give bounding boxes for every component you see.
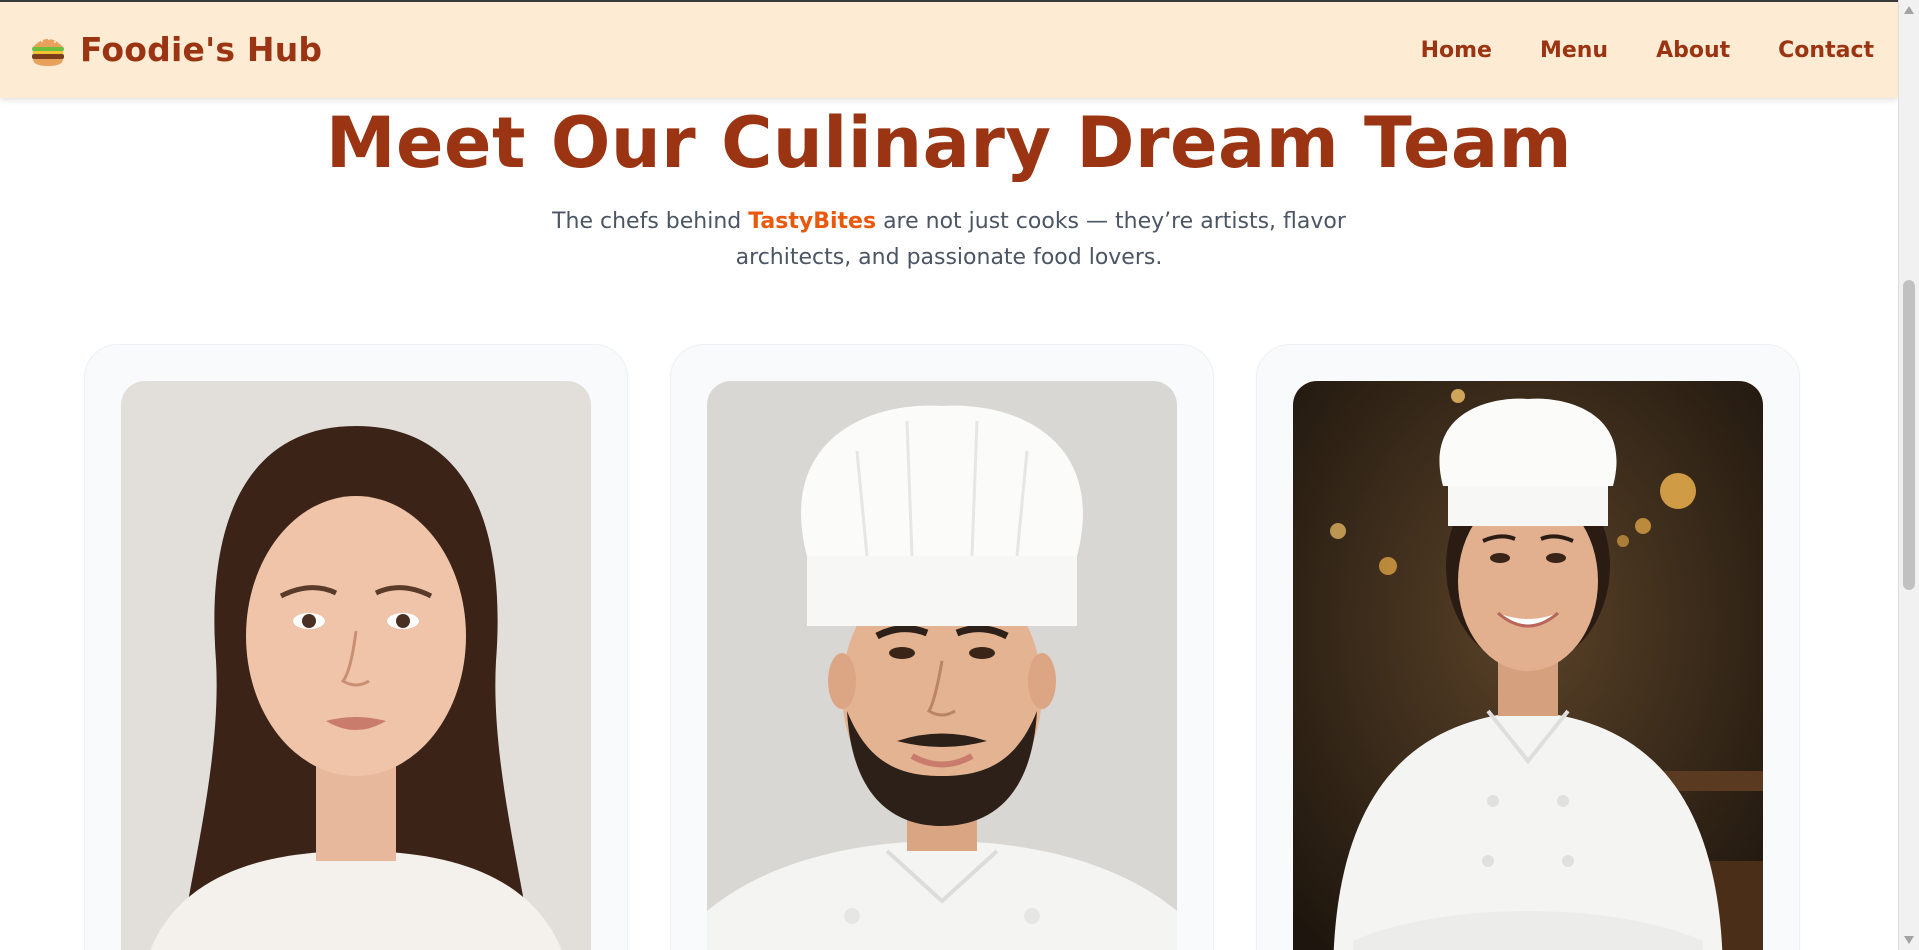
nav-link-contact[interactable]: Contact bbox=[1778, 38, 1874, 63]
scroll-up-arrow-icon[interactable] bbox=[1904, 6, 1914, 14]
page-viewport: Foodie's Hub Home Menu About Contact Mee… bbox=[0, 0, 1898, 950]
subtitle-brand-name: TastyBites bbox=[748, 209, 877, 234]
burger-icon bbox=[30, 33, 66, 67]
brand-name: Foodie's Hub bbox=[80, 30, 323, 69]
team-card-3 bbox=[1256, 344, 1800, 950]
subtitle-text-start: The chefs behind bbox=[552, 209, 749, 234]
page-subtitle: The chefs behind TastyBites are not just… bbox=[500, 204, 1398, 276]
top-navbar: Foodie's Hub Home Menu About Contact bbox=[0, 2, 1898, 98]
vertical-scrollbar[interactable] bbox=[1898, 0, 1919, 950]
scrollbar-thumb[interactable] bbox=[1903, 280, 1915, 590]
nav-link-about[interactable]: About bbox=[1656, 38, 1730, 63]
brand-logo[interactable]: Foodie's Hub bbox=[30, 30, 322, 69]
page-title: Meet Our Culinary Dream Team bbox=[325, 102, 1573, 184]
main-nav: Home Menu About Contact bbox=[1421, 38, 1874, 63]
team-card-2 bbox=[670, 344, 1214, 950]
woman-portrait-photo bbox=[121, 381, 591, 950]
nav-link-menu[interactable]: Menu bbox=[1540, 38, 1608, 63]
team-card-1 bbox=[84, 344, 628, 950]
nav-link-home[interactable]: Home bbox=[1421, 38, 1492, 63]
chef-woman-portrait-photo bbox=[1293, 381, 1763, 950]
scroll-down-arrow-icon[interactable] bbox=[1904, 936, 1914, 944]
chef-man-portrait-photo bbox=[707, 381, 1177, 950]
